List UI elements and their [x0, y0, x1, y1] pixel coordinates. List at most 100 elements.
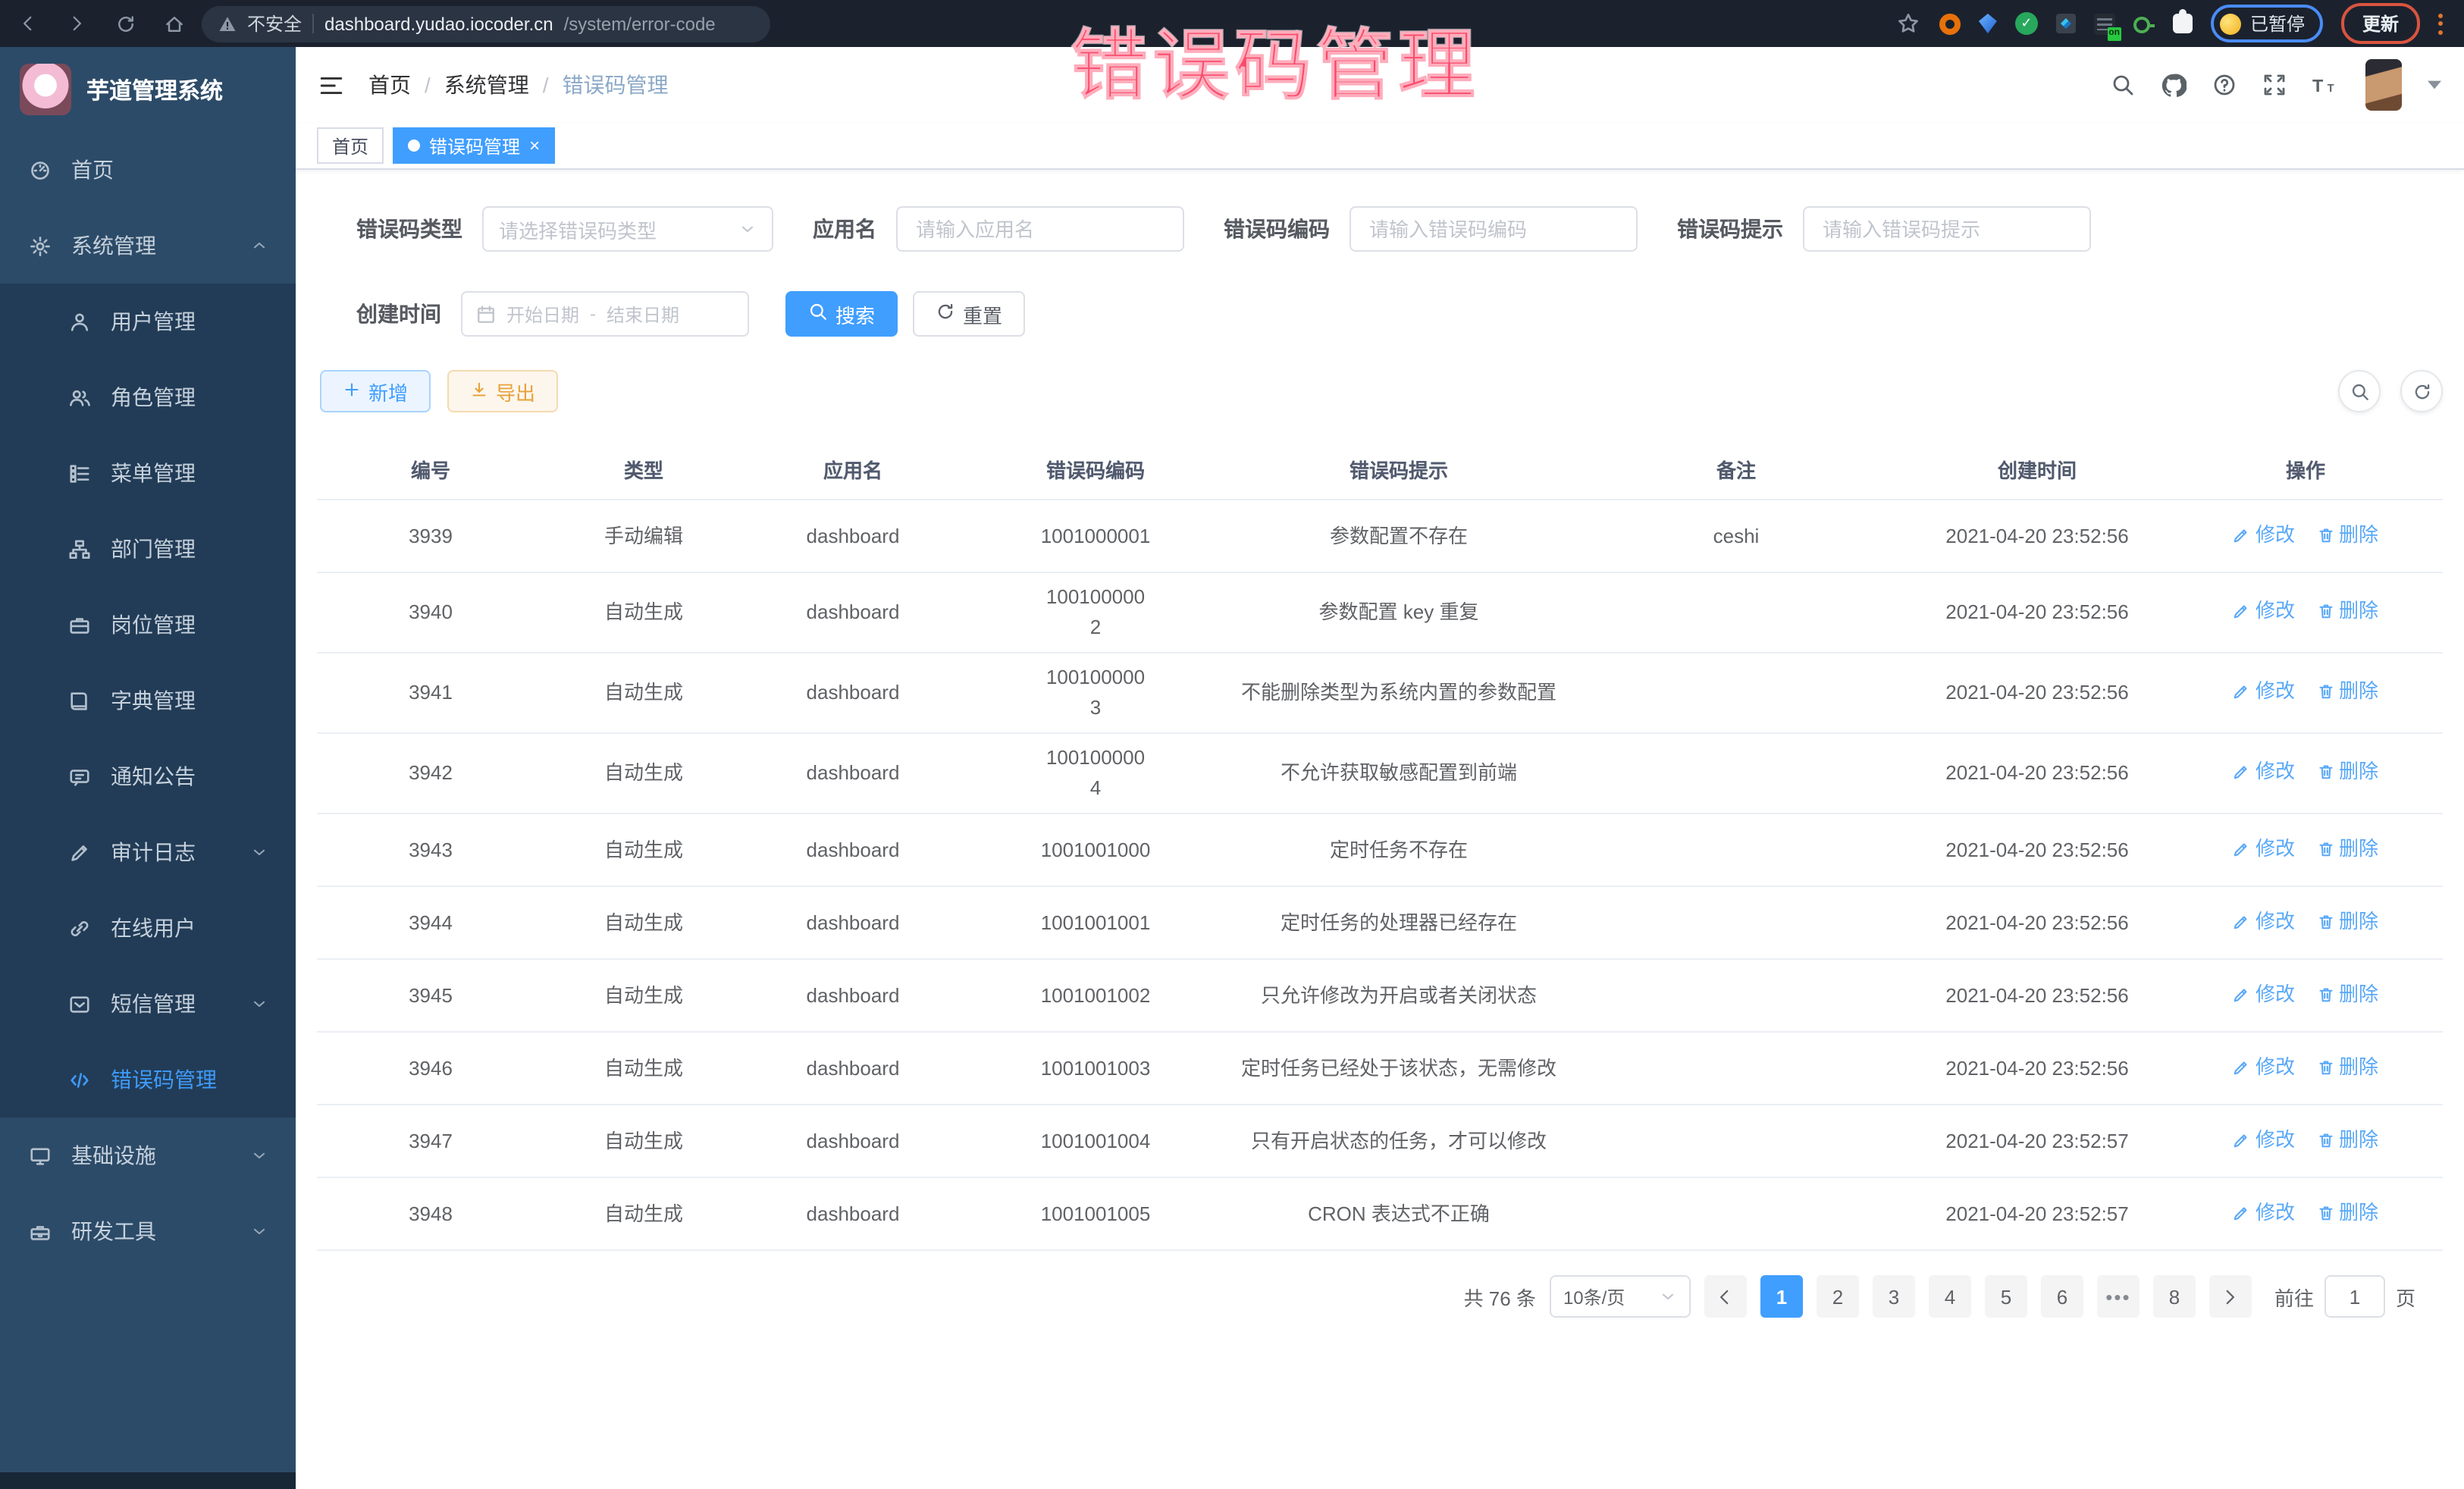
edit-button[interactable]: 修改: [2233, 833, 2295, 864]
chevron-down-icon[interactable]: [2428, 80, 2441, 89]
delete-button[interactable]: 删除: [2316, 1052, 2378, 1082]
delete-button[interactable]: 删除: [2316, 833, 2378, 864]
delete-button[interactable]: 删除: [2316, 676, 2378, 707]
sidebar-item-menu-tree[interactable]: 菜单管理: [0, 435, 296, 511]
page-button-5[interactable]: 5: [1985, 1275, 2027, 1318]
page-button-4[interactable]: 4: [1929, 1275, 1971, 1318]
breadcrumb-system[interactable]: 系统管理: [444, 70, 529, 100]
profile-paused-badge[interactable]: 已暂停: [2211, 5, 2323, 42]
refresh-table-button[interactable]: [2400, 370, 2443, 412]
page-button-6[interactable]: 6: [2041, 1275, 2083, 1318]
cell-code: 1001001005: [963, 1190, 1228, 1238]
user-avatar[interactable]: [2365, 59, 2402, 111]
delete-button[interactable]: 删除: [2316, 906, 2378, 936]
page-size-select[interactable]: 10条/页: [1550, 1275, 1691, 1318]
goto-page: 前往 页: [2274, 1275, 2415, 1318]
cell-code: 1001001002: [963, 971, 1228, 1020]
extension-green-check-icon[interactable]: [2015, 12, 2038, 35]
prev-page-button[interactable]: [1704, 1275, 1747, 1318]
sidebar-item-user[interactable]: 用户管理: [0, 284, 296, 359]
breadcrumb: 首页 / 系统管理 / 错误码管理: [368, 70, 669, 100]
browser-menu-icon[interactable]: [2438, 13, 2449, 34]
tab-错误码管理[interactable]: 错误码管理×: [393, 127, 555, 164]
edit-button[interactable]: 修改: [2233, 596, 2295, 626]
tab-首页[interactable]: 首页: [317, 127, 384, 164]
goto-page-input[interactable]: [2324, 1275, 2385, 1318]
sidebar-item-users[interactable]: 角色管理: [0, 359, 296, 435]
date-range-picker[interactable]: 开始日期 - 结束日期: [461, 291, 749, 337]
delete-button[interactable]: 删除: [2316, 519, 2378, 550]
chevron-down-icon: [250, 1146, 268, 1165]
font-size-icon[interactable]: TT: [2312, 74, 2340, 96]
sidebar-item-infra[interactable]: 基础设施: [0, 1118, 296, 1193]
extension-orange-icon[interactable]: [1939, 13, 1961, 34]
page-button-3[interactable]: 3: [1873, 1275, 1915, 1318]
breadcrumb-separator: /: [543, 73, 549, 97]
edit-button[interactable]: 修改: [2233, 676, 2295, 707]
help-icon[interactable]: [2212, 73, 2237, 97]
edit-button[interactable]: 修改: [2233, 757, 2295, 787]
sidebar-item-org[interactable]: 部门管理: [0, 511, 296, 587]
edit-button[interactable]: 修改: [2233, 519, 2295, 550]
add-button[interactable]: 新增: [320, 370, 431, 412]
app-name-input[interactable]: [896, 206, 1184, 252]
search-button[interactable]: 搜索: [785, 291, 898, 337]
next-page-button[interactable]: [2209, 1275, 2252, 1318]
delete-button-label: 删除: [2339, 519, 2378, 550]
sidebar-item-megaphone[interactable]: 通知公告: [0, 738, 296, 814]
sidebar-item-tools[interactable]: 研发工具: [0, 1193, 296, 1269]
sidebar-item-briefcase[interactable]: 岗位管理: [0, 587, 296, 663]
sidebar-item-message[interactable]: 短信管理: [0, 966, 296, 1042]
delete-button[interactable]: 删除: [2316, 596, 2378, 626]
edit-button[interactable]: 修改: [2233, 979, 2295, 1009]
sidebar-item-code[interactable]: 错误码管理: [0, 1042, 296, 1118]
sidebar-item-gear[interactable]: 系统管理: [0, 208, 296, 284]
forward-icon[interactable]: [64, 11, 89, 36]
reload-icon[interactable]: [112, 11, 138, 36]
delete-button[interactable]: 删除: [2316, 757, 2378, 787]
page-button-8[interactable]: 8: [2153, 1275, 2196, 1318]
delete-button[interactable]: 删除: [2316, 1197, 2378, 1227]
export-button[interactable]: 导出: [447, 370, 558, 412]
extension-list-icon[interactable]: on: [2094, 13, 2115, 34]
browser-update-button[interactable]: 更新: [2341, 3, 2420, 44]
github-icon[interactable]: [2161, 72, 2187, 98]
edit-button[interactable]: 修改: [2233, 1052, 2295, 1082]
edit-button[interactable]: 修改: [2233, 906, 2295, 936]
sidebar-item-dashboard[interactable]: 首页: [0, 132, 296, 208]
search-icon[interactable]: [2111, 73, 2135, 97]
fullscreen-icon[interactable]: [2262, 73, 2287, 97]
address-bar[interactable]: 不安全 dashboard.yudao.iocoder.cn/system/er…: [202, 5, 770, 42]
page-button-1[interactable]: 1: [1760, 1275, 1803, 1318]
page-button-2[interactable]: 2: [1817, 1275, 1859, 1318]
delete-button[interactable]: 删除: [2316, 1124, 2378, 1155]
cell-actions: 修改 删除: [2171, 510, 2440, 562]
bookmark-star-icon[interactable]: [1895, 11, 1921, 36]
extension-squares-icon[interactable]: [2056, 14, 2076, 33]
error-code-input[interactable]: [1350, 206, 1638, 252]
sidebar-item-link[interactable]: 在线用户: [0, 890, 296, 966]
hamburger-icon[interactable]: [318, 72, 344, 98]
home-icon[interactable]: [161, 11, 187, 36]
reset-button[interactable]: 重置: [913, 291, 1025, 337]
extension-gem-icon[interactable]: [1979, 14, 1997, 33]
page-ellipsis[interactable]: •••: [2097, 1275, 2140, 1318]
back-icon[interactable]: [15, 11, 41, 36]
show-search-button[interactable]: [2338, 370, 2381, 412]
error-hint-input[interactable]: [1803, 206, 2091, 252]
edit-button[interactable]: 修改: [2233, 1124, 2295, 1155]
breadcrumb-home[interactable]: 首页: [368, 70, 411, 100]
edit-button[interactable]: 修改: [2233, 1197, 2295, 1227]
paused-label: 已暂停: [2250, 11, 2305, 36]
extension-key-icon[interactable]: [2133, 13, 2155, 34]
close-icon[interactable]: ×: [529, 136, 540, 155]
org-icon: [67, 538, 91, 560]
sidebar-item-book[interactable]: 字典管理: [0, 663, 296, 738]
sidebar-logo[interactable]: 芋道管理系统: [0, 47, 296, 132]
delete-button[interactable]: 删除: [2316, 979, 2378, 1009]
extensions-puzzle-icon[interactable]: [2173, 14, 2193, 33]
sidebar-item-edit[interactable]: 审计日志: [0, 814, 296, 890]
svg-text:T: T: [2312, 76, 2324, 96]
cell-type: 自动生成: [544, 749, 743, 798]
error-type-select[interactable]: 请选择错误码类型: [482, 206, 773, 252]
